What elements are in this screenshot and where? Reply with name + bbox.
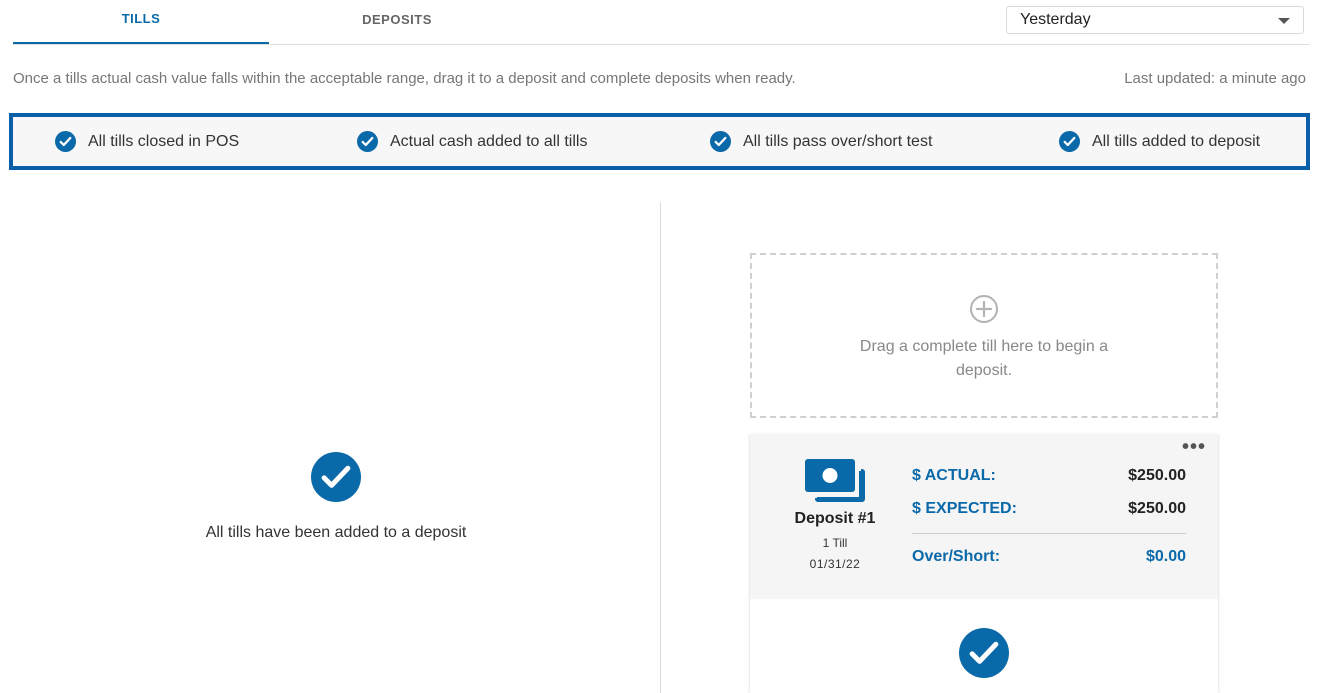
plus-circle-icon xyxy=(970,295,998,323)
checklist-item-added-to-deposit: All tills added to deposit xyxy=(1059,117,1260,166)
over-short-value: $0.00 xyxy=(1145,548,1186,565)
panel-divider xyxy=(660,202,661,693)
more-options-icon[interactable]: ••• xyxy=(1182,437,1206,457)
instruction-text: Once a tills actual cash value falls wit… xyxy=(13,70,796,87)
checklist-label: All tills added to deposit xyxy=(1092,132,1261,150)
deposit-till-count: 1 Till xyxy=(822,536,848,550)
deposit-card-summary: ••• Deposit #1 1 Till 01/31/22 $ ACTUAL:… xyxy=(750,434,1218,599)
dropzone-text: Drag a complete till here to begin a dep… xyxy=(859,338,1109,379)
checklist-label: All tills pass over/short test xyxy=(743,132,933,150)
checklist-label: Actual cash added to all tills xyxy=(390,132,588,150)
checklist-label: All tills closed in POS xyxy=(88,132,240,150)
chevron-down-icon xyxy=(1278,18,1290,24)
actual-label: $ ACTUAL: xyxy=(912,467,996,484)
check-circle-icon xyxy=(357,131,378,152)
deposit-name: Deposit #1 xyxy=(794,510,876,527)
progress-checklist: All tills closed in POS Actual cash adde… xyxy=(9,113,1310,170)
divider xyxy=(912,533,1186,534)
checklist-item-tills-closed: All tills closed in POS xyxy=(55,117,239,166)
check-circle-icon xyxy=(55,131,76,152)
checklist-item-actual-cash: Actual cash added to all tills xyxy=(357,117,587,166)
check-circle-icon xyxy=(1059,131,1080,152)
over-short-label: Over/Short: xyxy=(912,548,1001,565)
deposit-date: 01/31/22 xyxy=(809,557,861,571)
expected-value: $250.00 xyxy=(1128,500,1186,517)
deposit-card[interactable]: ••• Deposit #1 1 Till 01/31/22 $ ACTUAL:… xyxy=(750,434,1218,693)
tills-empty-state: All tills have been added to a deposit xyxy=(0,452,672,542)
date-filter-select[interactable]: Yesterday xyxy=(1006,6,1304,34)
deposit-dropzone[interactable]: Drag a complete till here to begin a dep… xyxy=(750,253,1218,418)
last-updated-text: Last updated: a minute ago xyxy=(1124,70,1306,87)
check-circle-icon xyxy=(311,452,361,502)
expected-label: $ EXPECTED: xyxy=(912,500,1017,517)
date-filter-value: Yesterday xyxy=(1020,11,1091,28)
actual-value: $250.00 xyxy=(1128,467,1186,484)
tills-empty-message: All tills have been added to a deposit xyxy=(205,524,467,541)
check-circle-icon xyxy=(710,131,731,152)
checklist-item-over-short: All tills pass over/short test xyxy=(710,117,932,166)
check-circle-icon xyxy=(959,628,1009,678)
money-icon xyxy=(805,459,865,502)
tab-tills[interactable]: TILLS xyxy=(13,0,269,44)
tab-deposits[interactable]: DEPOSITS xyxy=(269,0,525,44)
